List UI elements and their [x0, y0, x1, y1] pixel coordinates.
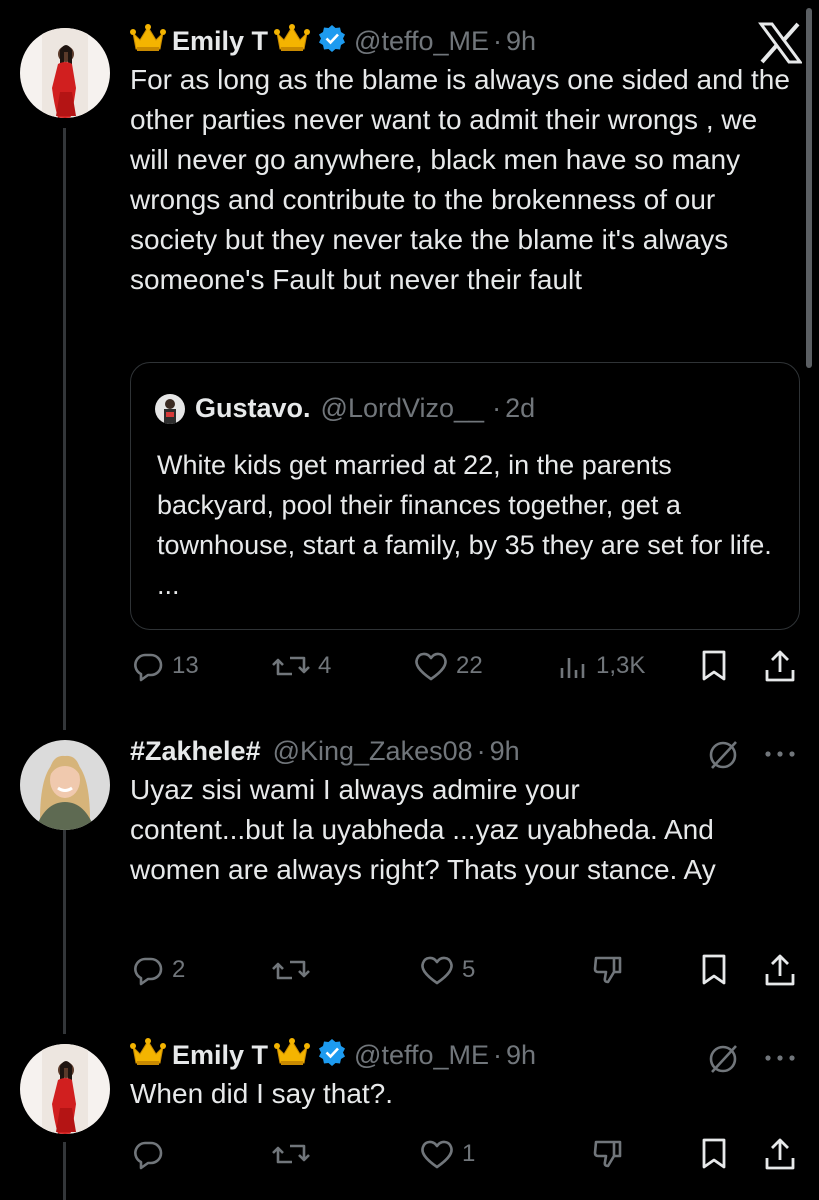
timestamp[interactable]: 9h — [490, 736, 520, 767]
reply-button[interactable]: 2 — [130, 950, 185, 990]
reply-count: 13 — [172, 652, 199, 679]
display-name[interactable]: Emily T — [172, 1040, 268, 1071]
bookmark-icon — [702, 650, 726, 681]
crown-icon — [274, 1037, 311, 1074]
crown-icon — [274, 23, 311, 60]
quoted-timestamp: 2d — [505, 393, 536, 423]
hide-reply-icon[interactable] — [704, 736, 742, 779]
share-icon — [765, 954, 795, 986]
crown-icon — [130, 23, 166, 60]
display-name[interactable]: #Zakhele# — [130, 736, 261, 767]
quoted-display-name: Gustavo. — [195, 393, 311, 423]
more-options-icon[interactable] — [762, 1046, 798, 1075]
tweet-header: Emily T @teffo_ME · 9h — [130, 1037, 799, 1074]
quoted-user-handle: @LordVizo__ — [320, 393, 485, 423]
reply-icon — [134, 957, 163, 986]
like-button[interactable]: 1 — [418, 1134, 475, 1174]
bookmark-icon — [702, 1138, 726, 1169]
thread-line-2 — [63, 808, 66, 1034]
views-count: 1,3K — [596, 652, 646, 679]
timestamp[interactable]: 9h — [506, 26, 536, 57]
tweet-text: When did I say that?. — [130, 1078, 394, 1109]
thread-line-3 — [63, 1142, 66, 1200]
share-button[interactable] — [762, 950, 798, 990]
hide-reply-icon[interactable] — [704, 1040, 742, 1083]
tweet-actions: 13 4 22 1,3K — [130, 646, 800, 686]
thumbs-down-icon — [593, 1140, 622, 1168]
display-name[interactable]: Emily T — [172, 26, 268, 57]
downvote-button[interactable] — [590, 950, 626, 990]
repost-icon — [272, 960, 310, 980]
share-icon — [765, 1138, 795, 1170]
reply-tweet[interactable]: Emily T @teffo_ME · 9h When did I say th… — [130, 1037, 799, 1114]
x-logo-icon[interactable] — [758, 22, 803, 69]
reply-tweet[interactable]: #Zakhele# @King_Zakes08 · 9h Uyaz sisi w… — [130, 734, 799, 890]
quoted-tweet[interactable]: Gustavo. @LordVizo__ · 2d White kids get… — [130, 362, 800, 630]
user-handle[interactable]: @teffo_ME — [354, 1040, 489, 1071]
tweet-header: Emily T @teffo_ME · 9h — [130, 23, 799, 60]
views-button[interactable]: 1,3K — [554, 646, 645, 686]
reply-count: 2 — [172, 956, 186, 983]
repost-button[interactable] — [270, 1134, 312, 1174]
quoted-tweet-header: Gustavo. @LordVizo__ · 2d — [155, 393, 535, 424]
repost-icon — [272, 656, 310, 676]
views-icon — [560, 658, 585, 678]
like-count: 5 — [462, 956, 476, 983]
tweet-actions: 2 5 — [130, 950, 800, 990]
verified-badge-icon — [318, 1038, 346, 1073]
bookmark-button[interactable] — [696, 646, 732, 686]
tweet-actions: 1 — [130, 1134, 800, 1174]
share-button[interactable] — [762, 646, 798, 686]
reply-button[interactable] — [130, 1134, 166, 1174]
tweet-text: For as long as the blame is always one s… — [130, 64, 790, 295]
avatar[interactable] — [20, 1044, 110, 1134]
bookmark-icon — [702, 954, 726, 985]
scrollbar[interactable] — [806, 8, 812, 368]
avatar[interactable] — [20, 740, 110, 830]
avatar[interactable] — [20, 28, 110, 118]
quoted-tweet-text: White kids get married at 22, in the par… — [157, 450, 772, 600]
repost-icon — [272, 1144, 310, 1164]
user-handle[interactable]: @teffo_ME — [354, 26, 489, 57]
tweet-text: Uyaz sisi wami I always admire your cont… — [130, 774, 716, 885]
like-count: 1 — [462, 1140, 476, 1167]
quoted-avatar — [155, 393, 185, 424]
crown-icon — [130, 1037, 166, 1074]
reply-icon — [134, 1141, 163, 1170]
heart-icon — [415, 652, 447, 681]
separator-dot: · — [493, 25, 503, 56]
repost-button[interactable] — [270, 950, 312, 990]
user-handle[interactable]: @King_Zakes08 — [273, 736, 473, 767]
separator-dot: · — [492, 393, 502, 423]
like-button[interactable]: 22 — [412, 646, 483, 686]
bookmark-button[interactable] — [696, 950, 732, 990]
timestamp[interactable]: 9h — [506, 1040, 536, 1071]
more-options-icon[interactable] — [762, 742, 798, 771]
share-button[interactable] — [762, 1134, 798, 1174]
like-count: 22 — [456, 652, 483, 679]
heart-icon — [421, 956, 453, 985]
separator-dot: · — [493, 1039, 503, 1070]
bookmark-button[interactable] — [696, 1134, 732, 1174]
main-tweet[interactable]: Emily T @teffo_ME · 9h For as long as th… — [130, 23, 799, 300]
reply-button[interactable]: 13 — [130, 646, 199, 686]
heart-icon — [421, 1140, 453, 1169]
downvote-button[interactable] — [590, 1134, 626, 1174]
verified-badge-icon — [318, 24, 346, 59]
tweet-header: #Zakhele# @King_Zakes08 · 9h — [130, 734, 799, 768]
thumbs-down-icon — [593, 956, 622, 984]
reply-icon — [134, 653, 163, 682]
repost-button[interactable]: 4 — [270, 646, 331, 686]
like-button[interactable]: 5 — [418, 950, 475, 990]
repost-count: 4 — [318, 652, 332, 679]
share-icon — [765, 650, 795, 682]
thread-line-1 — [63, 128, 66, 730]
separator-dot: · — [476, 735, 486, 766]
